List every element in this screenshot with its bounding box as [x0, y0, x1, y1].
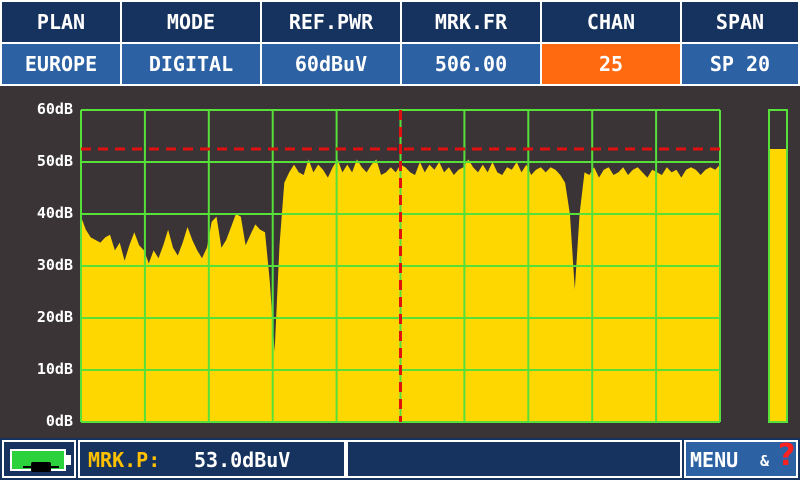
span-value[interactable]: SP 20: [680, 42, 800, 86]
y-tick-label: 50dB: [36, 152, 73, 170]
menu-button[interactable]: MENU & ?: [684, 438, 798, 478]
span-header: SPAN: [680, 0, 800, 44]
plan-value[interactable]: EUROPE: [0, 42, 122, 86]
y-tick-label: 20dB: [36, 308, 73, 326]
ref-pwr-value[interactable]: 60dBuV: [260, 42, 402, 86]
y-tick-label: 30dB: [36, 256, 73, 274]
mrk-fr-value[interactable]: 506.00: [400, 42, 542, 86]
mrk-fr-header: MRK.FR: [400, 0, 542, 44]
y-tick-label: 60dB: [36, 100, 73, 118]
marker-power-value: 53.0dBuV: [194, 448, 291, 472]
menu-ampersand: &: [760, 452, 770, 470]
ref-pwr-header: REF.PWR: [260, 0, 402, 44]
help-icon[interactable]: ?: [778, 438, 795, 473]
battery-status: [2, 440, 76, 478]
y-tick-label: 0dB: [45, 412, 73, 430]
spectrum-chart[interactable]: [0, 86, 800, 438]
chan-header: CHAN: [540, 0, 682, 44]
mode-header: MODE: [120, 0, 262, 44]
plug-icon: [23, 462, 59, 472]
menu-label: MENU: [690, 448, 739, 472]
marker-power-label: MRK.P:: [88, 448, 161, 472]
chan-value[interactable]: 25: [540, 42, 682, 86]
level-bar-fill: [770, 149, 786, 421]
message-area: [346, 440, 682, 478]
marker-readout: MRK.P: 53.0dBuV: [78, 440, 346, 478]
battery-tip: [66, 455, 71, 465]
spectrum-display[interactable]: 0dB 10dB 20dB 30dB 40dB 50dB 60dB: [0, 86, 800, 438]
y-tick-label: 10dB: [36, 360, 73, 378]
status-bar: MRK.P: 53.0dBuV MENU & ?: [0, 438, 800, 480]
plan-header: PLAN: [0, 0, 122, 44]
mode-value[interactable]: DIGITAL: [120, 42, 262, 86]
y-tick-label: 40dB: [36, 204, 73, 222]
battery-charging-icon: [10, 449, 66, 472]
